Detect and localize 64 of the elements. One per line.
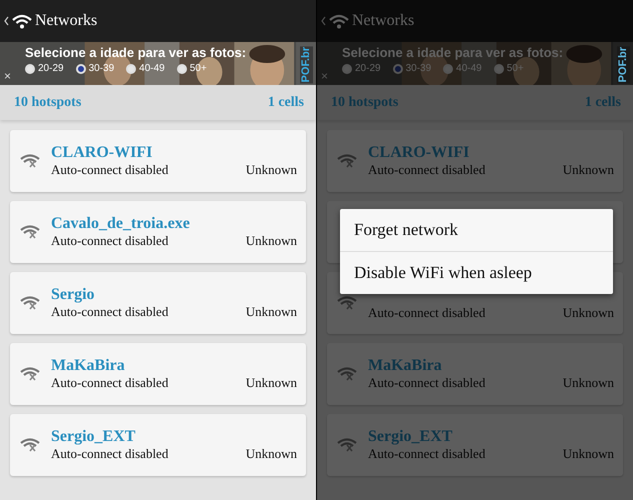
signal-strength: Unknown: [246, 375, 297, 391]
window-title: Networks: [352, 12, 414, 30]
network-card[interactable]: Cavalo_de_troia.exe Auto-connect disabled Unknown: [10, 201, 306, 263]
hotspot-count: 10 hotspots: [331, 94, 398, 110]
cell-count: 1 cells: [584, 94, 621, 110]
signal-strength: Unknown: [246, 233, 297, 249]
ad-logo: POF.br: [617, 46, 630, 84]
wifi-off-icon: [337, 437, 357, 453]
close-icon[interactable]: ×: [4, 69, 12, 83]
network-name: Cavalo_de_troia.exe: [51, 215, 190, 233]
wifi-off-icon: [20, 224, 40, 240]
menu-item[interactable]: Forget network: [340, 209, 613, 251]
signal-strength: Unknown: [246, 304, 297, 320]
back-icon[interactable]: [4, 16, 9, 26]
age-option: 40-49: [456, 63, 482, 74]
network-name: Sergio: [51, 286, 95, 304]
window-title: Networks: [35, 12, 98, 30]
network-name: Sergio_EXT: [368, 428, 452, 446]
network-status: Auto-connect disabled: [368, 162, 486, 178]
age-option: 20-29: [38, 63, 64, 74]
network-status: Auto-connect disabled: [51, 304, 168, 320]
ad-heading: Selecione a idade para ver as fotos:: [25, 45, 246, 60]
network-name: MaKaBira: [368, 357, 442, 375]
age-option: 50+: [506, 63, 524, 74]
signal-strength: Unknown: [562, 162, 614, 178]
ad-logo: POF.br: [300, 46, 313, 84]
signal-strength: Unknown: [562, 446, 614, 462]
network-status: Auto-connect disabled: [51, 162, 168, 178]
wifi-off-icon: [337, 295, 357, 311]
age-option: 30-39: [406, 63, 432, 74]
signal-strength: Unknown: [246, 446, 297, 462]
network-status: Auto-connect disabled: [51, 375, 168, 391]
age-option: 20-29: [355, 63, 381, 74]
wifi-off-icon: [20, 153, 40, 169]
wifi-off-icon: [20, 437, 40, 453]
network-name: MaKaBira: [51, 357, 125, 375]
age-option: 40-49: [139, 63, 165, 74]
network-card[interactable]: MaKaBira Auto-connect disabled Unknown: [10, 343, 306, 405]
signal-strength: Unknown: [562, 375, 614, 391]
network-card[interactable]: Sergio_EXT Auto-connect disabled Unknown: [10, 414, 306, 476]
network-name: Sergio_EXT: [51, 428, 136, 446]
age-option: 30-39: [88, 63, 114, 74]
wifi-off-icon: [20, 295, 40, 311]
wifi-icon: [12, 14, 32, 28]
signal-strength: Unknown: [562, 304, 614, 320]
cell-count: 1 cells: [268, 94, 304, 110]
network-status: Auto-connect disabled: [51, 233, 168, 249]
network-status: Auto-connect disabled: [51, 446, 168, 462]
network-name: CLARO-WIFI: [51, 144, 152, 162]
network-status: Auto-connect disabled: [368, 375, 486, 391]
signal-strength: Unknown: [246, 162, 297, 178]
network-card[interactable]: CLARO-WIFI Auto-connect disabled Unknown: [10, 130, 306, 192]
network-name: CLARO-WIFI: [368, 144, 470, 162]
ad-banner[interactable]: Selecione a idade para ver as fotos: 20-29 30-39 40-49 50+ POF.br ×: [317, 42, 633, 85]
wifi-off-icon: [337, 366, 357, 382]
network-status: Auto-connect disabled: [368, 304, 486, 320]
network-status: Auto-connect disabled: [368, 446, 486, 462]
ad-heading: Selecione a idade para ver as fotos:: [342, 45, 564, 60]
menu-item[interactable]: Disable WiFi when asleep: [340, 251, 613, 294]
wifi-off-icon: [337, 153, 357, 169]
hotspot-count: 10 hotspots: [14, 94, 82, 110]
wifi-icon: [329, 14, 349, 28]
network-card[interactable]: Sergio Auto-connect disabled Unknown: [10, 272, 306, 334]
wifi-off-icon: [20, 366, 40, 382]
